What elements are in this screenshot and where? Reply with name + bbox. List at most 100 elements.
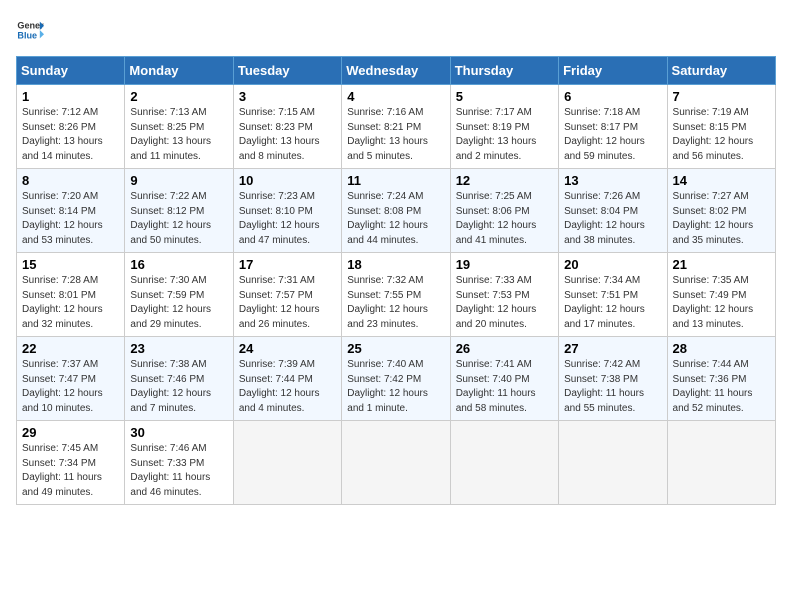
page-header: General Blue (16, 16, 776, 44)
weekday-header-thursday: Thursday (450, 57, 558, 85)
day-number-18: 18 (347, 257, 444, 272)
day-number-29: 29 (22, 425, 119, 440)
day-cell-17: 17 Sunrise: 7:31 AMSunset: 7:57 PMDayligh… (233, 253, 341, 337)
calendar-row-3: 15 Sunrise: 7:28 AMSunset: 8:01 PMDayligh… (17, 253, 776, 337)
day-number-9: 9 (130, 173, 227, 188)
day-info-13: Sunrise: 7:26 AMSunset: 8:04 PMDaylight:… (564, 190, 661, 248)
day-info-30: Sunrise: 7:46 AMSunset: 7:33 PMDaylight:… (130, 442, 227, 500)
day-info-10: Sunrise: 7:23 AMSunset: 8:10 PMDaylight:… (239, 190, 336, 248)
day-number-15: 15 (22, 257, 119, 272)
day-number-22: 22 (22, 341, 119, 356)
day-info-7: Sunrise: 7:19 AMSunset: 8:15 PMDaylight:… (673, 106, 770, 164)
day-info-1: Sunrise: 7:12 AMSunset: 8:26 PMDaylight:… (22, 106, 119, 164)
weekday-header-tuesday: Tuesday (233, 57, 341, 85)
day-cell-4: 4 Sunrise: 7:16 AMSunset: 8:21 PMDaylight… (342, 85, 450, 169)
day-cell-empty (342, 421, 450, 505)
day-number-17: 17 (239, 257, 336, 272)
day-number-10: 10 (239, 173, 336, 188)
day-number-2: 2 (130, 89, 227, 104)
day-info-28: Sunrise: 7:44 AMSunset: 7:36 PMDaylight:… (673, 358, 770, 416)
day-info-29: Sunrise: 7:45 AMSunset: 7:34 PMDaylight:… (22, 442, 119, 500)
day-number-28: 28 (673, 341, 770, 356)
day-number-4: 4 (347, 89, 444, 104)
day-info-15: Sunrise: 7:28 AMSunset: 8:01 PMDaylight:… (22, 274, 119, 332)
day-cell-1: 1Sunrise: 7:12 AMSunset: 8:26 PMDaylight… (17, 85, 125, 169)
day-info-18: Sunrise: 7:32 AMSunset: 7:55 PMDaylight:… (347, 274, 444, 332)
day-cell-6: 6 Sunrise: 7:18 AMSunset: 8:17 PMDaylight… (559, 85, 667, 169)
day-info-5: Sunrise: 7:17 AMSunset: 8:19 PMDaylight:… (456, 106, 553, 164)
day-cell-22: 22 Sunrise: 7:37 AMSunset: 7:47 PMDayligh… (17, 337, 125, 421)
day-cell-14: 14 Sunrise: 7:27 AMSunset: 8:02 PMDayligh… (667, 169, 775, 253)
day-number-13: 13 (564, 173, 661, 188)
day-info-4: Sunrise: 7:16 AMSunset: 8:21 PMDaylight:… (347, 106, 444, 164)
day-number-19: 19 (456, 257, 553, 272)
day-number-14: 14 (673, 173, 770, 188)
day-cell-13: 13 Sunrise: 7:26 AMSunset: 8:04 PMDayligh… (559, 169, 667, 253)
day-cell-10: 10 Sunrise: 7:23 AMSunset: 8:10 PMDayligh… (233, 169, 341, 253)
day-info-16: Sunrise: 7:30 AMSunset: 7:59 PMDaylight:… (130, 274, 227, 332)
calendar-row-2: 8 Sunrise: 7:20 AMSunset: 8:14 PMDaylight… (17, 169, 776, 253)
day-number-5: 5 (456, 89, 553, 104)
day-info-2: Sunrise: 7:13 AMSunset: 8:25 PMDaylight:… (130, 106, 227, 164)
day-cell-3: 3 Sunrise: 7:15 AMSunset: 8:23 PMDaylight… (233, 85, 341, 169)
calendar-row-5: 29 Sunrise: 7:45 AMSunset: 7:34 PMDayligh… (17, 421, 776, 505)
day-cell-empty (450, 421, 558, 505)
weekday-header-friday: Friday (559, 57, 667, 85)
day-info-19: Sunrise: 7:33 AMSunset: 7:53 PMDaylight:… (456, 274, 553, 332)
day-number-8: 8 (22, 173, 119, 188)
day-number-20: 20 (564, 257, 661, 272)
weekday-header-saturday: Saturday (667, 57, 775, 85)
day-info-6: Sunrise: 7:18 AMSunset: 8:17 PMDaylight:… (564, 106, 661, 164)
weekday-header-sunday: Sunday (17, 57, 125, 85)
day-number-11: 11 (347, 173, 444, 188)
day-cell-21: 21Sunrise: 7:35 AMSunset: 7:49 PMDayligh… (667, 253, 775, 337)
day-number-21: 21 (673, 257, 770, 272)
day-info-17: Sunrise: 7:31 AMSunset: 7:57 PMDaylight:… (239, 274, 336, 332)
day-number-23: 23 (130, 341, 227, 356)
day-info-24: Sunrise: 7:39 AMSunset: 7:44 PMDaylight:… (239, 358, 336, 416)
day-number-27: 27 (564, 341, 661, 356)
day-number-3: 3 (239, 89, 336, 104)
day-info-3: Sunrise: 7:15 AMSunset: 8:23 PMDaylight:… (239, 106, 336, 164)
day-cell-30: 30 Sunrise: 7:46 AMSunset: 7:33 PMDayligh… (125, 421, 233, 505)
weekday-header-monday: Monday (125, 57, 233, 85)
calendar-row-1: 1Sunrise: 7:12 AMSunset: 8:26 PMDaylight… (17, 85, 776, 169)
weekday-header-row: SundayMondayTuesdayWednesdayThursdayFrid… (17, 57, 776, 85)
logo-icon: General Blue (16, 16, 44, 44)
day-cell-27: 27Sunrise: 7:42 AMSunset: 7:38 PMDayligh… (559, 337, 667, 421)
day-cell-11: 11 Sunrise: 7:24 AMSunset: 8:08 PMDayligh… (342, 169, 450, 253)
day-info-20: Sunrise: 7:34 AMSunset: 7:51 PMDaylight:… (564, 274, 661, 332)
day-number-30: 30 (130, 425, 227, 440)
day-info-22: Sunrise: 7:37 AMSunset: 7:47 PMDaylight:… (22, 358, 119, 416)
day-cell-empty (559, 421, 667, 505)
weekday-header-wednesday: Wednesday (342, 57, 450, 85)
day-cell-26: 26Sunrise: 7:41 AMSunset: 7:40 PMDayligh… (450, 337, 558, 421)
day-cell-empty (233, 421, 341, 505)
day-info-12: Sunrise: 7:25 AMSunset: 8:06 PMDaylight:… (456, 190, 553, 248)
day-cell-7: 7 Sunrise: 7:19 AMSunset: 8:15 PMDaylight… (667, 85, 775, 169)
svg-text:Blue: Blue (17, 30, 37, 40)
day-number-6: 6 (564, 89, 661, 104)
day-cell-25: 25Sunrise: 7:40 AMSunset: 7:42 PMDayligh… (342, 337, 450, 421)
day-cell-16: 16Sunrise: 7:30 AMSunset: 7:59 PMDayligh… (125, 253, 233, 337)
day-cell-19: 19 Sunrise: 7:33 AMSunset: 7:53 PMDayligh… (450, 253, 558, 337)
day-info-23: Sunrise: 7:38 AMSunset: 7:46 PMDaylight:… (130, 358, 227, 416)
day-info-26: Sunrise: 7:41 AMSunset: 7:40 PMDaylight:… (456, 358, 553, 416)
day-cell-29: 29 Sunrise: 7:45 AMSunset: 7:34 PMDayligh… (17, 421, 125, 505)
day-cell-5: 5 Sunrise: 7:17 AMSunset: 8:19 PMDaylight… (450, 85, 558, 169)
day-cell-2: 2 Sunrise: 7:13 AMSunset: 8:25 PMDaylight… (125, 85, 233, 169)
day-info-8: Sunrise: 7:20 AMSunset: 8:14 PMDaylight:… (22, 190, 119, 248)
day-number-7: 7 (673, 89, 770, 104)
day-info-25: Sunrise: 7:40 AMSunset: 7:42 PMDaylight:… (347, 358, 444, 416)
day-number-24: 24 (239, 341, 336, 356)
calendar-table: SundayMondayTuesdayWednesdayThursdayFrid… (16, 56, 776, 505)
calendar-row-4: 22 Sunrise: 7:37 AMSunset: 7:47 PMDayligh… (17, 337, 776, 421)
day-info-9: Sunrise: 7:22 AMSunset: 8:12 PMDaylight:… (130, 190, 227, 248)
logo: General Blue (16, 16, 44, 44)
day-info-14: Sunrise: 7:27 AMSunset: 8:02 PMDaylight:… (673, 190, 770, 248)
day-info-11: Sunrise: 7:24 AMSunset: 8:08 PMDaylight:… (347, 190, 444, 248)
day-cell-23: 23 Sunrise: 7:38 AMSunset: 7:46 PMDayligh… (125, 337, 233, 421)
day-cell-15: 15 Sunrise: 7:28 AMSunset: 8:01 PMDayligh… (17, 253, 125, 337)
day-cell-12: 12Sunrise: 7:25 AMSunset: 8:06 PMDayligh… (450, 169, 558, 253)
day-cell-24: 24 Sunrise: 7:39 AMSunset: 7:44 PMDayligh… (233, 337, 341, 421)
